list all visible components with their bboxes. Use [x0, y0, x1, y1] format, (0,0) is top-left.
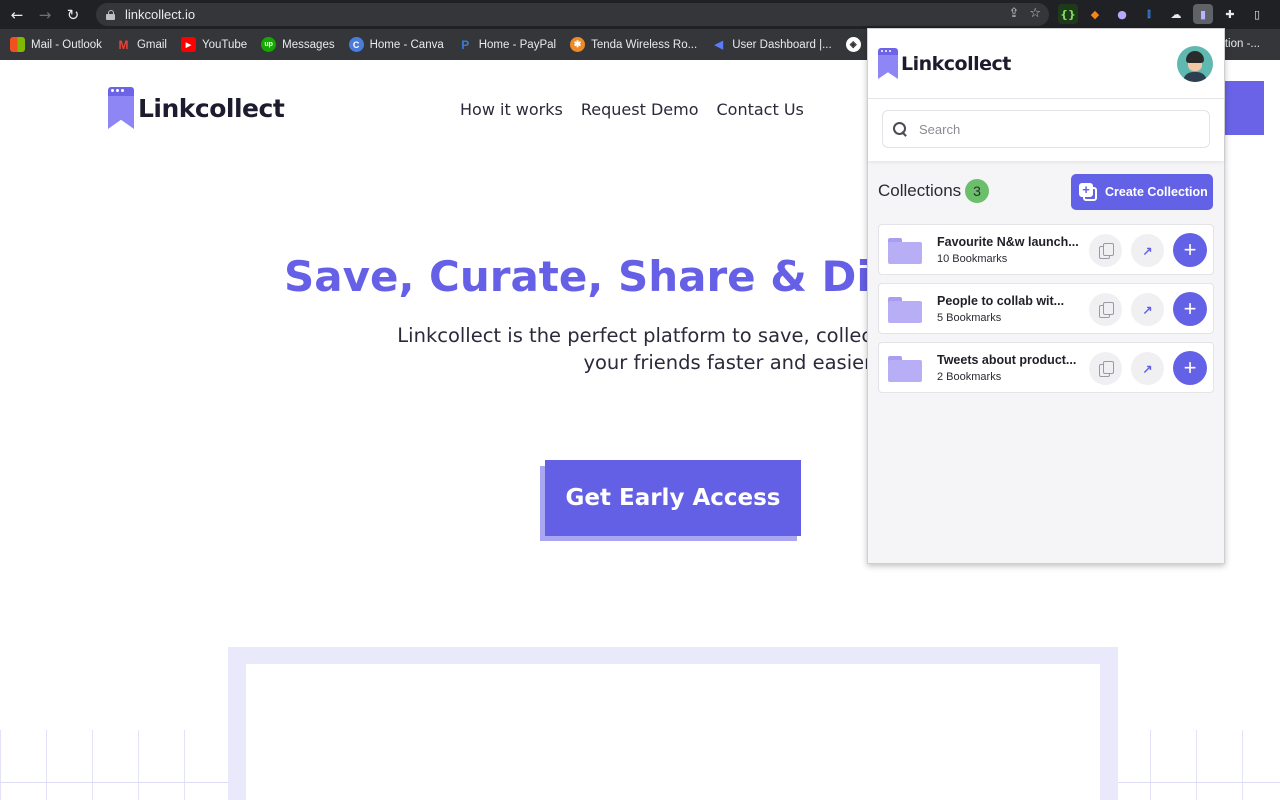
collection-count: 5 Bookmarks	[937, 312, 1002, 324]
header-cta-button[interactable]	[1222, 81, 1264, 135]
youtube-icon: ▶	[180, 37, 196, 52]
avatar[interactable]	[1177, 46, 1213, 82]
tenda-icon: ✱	[570, 37, 586, 52]
add-bookmark-button[interactable]: +	[1173, 351, 1207, 385]
bookmark-item[interactable]: M Gmail	[116, 37, 167, 52]
get-early-access-button[interactable]: Get Early Access	[545, 460, 801, 536]
arrow-up-right-icon: ↗	[1142, 302, 1153, 317]
collection-name: Tweets about product...	[937, 353, 1077, 367]
nav-request-demo[interactable]: Request Demo	[581, 100, 699, 119]
bookmark-item[interactable]: ◀ User Dashboard |...	[711, 37, 831, 52]
arrow-up-right-icon: ↗	[1142, 243, 1153, 258]
browser-toolbar: ← → ↻ linkcollect.io ⇪ ☆ {} ◆ ● ⫾ ☁ ▮ ✚ …	[0, 0, 1280, 29]
collection-name: People to collab wit...	[937, 294, 1065, 308]
url-text[interactable]: linkcollect.io	[125, 7, 195, 22]
open-link-button[interactable]: ↗	[1131, 352, 1164, 385]
bookmark-item[interactable]: ▶ YouTube	[180, 37, 247, 52]
back-arrow-icon[interactable]: ←	[6, 4, 28, 26]
paypal-icon: P	[461, 37, 470, 52]
search-section	[868, 99, 1224, 161]
collection-name: Favourite N&w launch...	[937, 235, 1079, 249]
search-field[interactable]	[882, 110, 1210, 148]
bars-extension-icon[interactable]: ⫾	[1139, 4, 1159, 24]
collections-count-badge: 3	[965, 179, 989, 203]
bookmark-item[interactable]: up Messages	[261, 37, 335, 52]
linkcollect-popup: Linkcollect Collections 3 + Create Colle…	[867, 28, 1225, 564]
json-extension-icon[interactable]: {}	[1058, 4, 1078, 24]
collections-heading: Collections	[878, 181, 962, 200]
open-link-button[interactable]: ↗	[1131, 234, 1164, 267]
canva-icon: C	[348, 37, 364, 52]
hero-title: Save, Curate, Share & Disco	[284, 252, 950, 301]
copy-icon	[1098, 361, 1114, 377]
puzzle-extensions-icon[interactable]: ✚	[1220, 4, 1240, 24]
create-collection-button[interactable]: + Create Collection	[1071, 174, 1213, 210]
bookmark-item[interactable]: Mail - Outlook	[10, 37, 102, 52]
popup-header: Linkcollect	[868, 29, 1224, 99]
copy-icon	[1098, 302, 1114, 318]
add-bookmark-button[interactable]: +	[1173, 292, 1207, 326]
copy-button[interactable]	[1089, 352, 1122, 385]
plus-icon: +	[1183, 237, 1197, 262]
folder-icon	[888, 238, 922, 264]
collection-item[interactable]: Tweets about product... 2 Bookmarks ↗ +	[878, 342, 1214, 393]
add-bookmark-button[interactable]: +	[1173, 233, 1207, 267]
popup-logo[interactable]: Linkcollect	[878, 48, 1011, 79]
collection-count: 10 Bookmarks	[937, 253, 1008, 265]
bookmark-logo-icon	[108, 87, 134, 129]
copy-button[interactable]	[1089, 293, 1122, 326]
site-logo[interactable]: Linkcollect	[108, 87, 285, 129]
search-icon	[893, 122, 907, 136]
cloud-extension-icon[interactable]: ☁	[1166, 4, 1186, 24]
search-input[interactable]	[919, 121, 1189, 137]
gmail-icon: M	[118, 37, 129, 52]
star-icon[interactable]: ☆	[1029, 6, 1041, 21]
dashboard-icon: ◀	[714, 39, 723, 51]
folder-icon	[888, 356, 922, 382]
extensions-bar: {} ◆ ● ⫾ ☁ ▮ ✚ ▯	[1058, 4, 1267, 24]
bookmark-item[interactable]: P Home - PayPal	[458, 37, 556, 52]
bot-extension-icon[interactable]: ●	[1112, 4, 1132, 24]
metamask-extension-icon[interactable]: ◆	[1085, 4, 1105, 24]
lock-icon	[106, 9, 115, 20]
share-icon[interactable]: ⇪	[1008, 6, 1019, 21]
cube-icon: ◈	[845, 37, 861, 52]
nav-how-it-works[interactable]: How it works	[460, 100, 563, 119]
collections-list: Favourite N&w launch... 10 Bookmarks ↗ +…	[878, 224, 1214, 401]
reload-icon[interactable]: ↻	[62, 4, 84, 26]
bookmark-item[interactable]: C Home - Canva	[348, 37, 444, 52]
microsoft-icon	[10, 37, 25, 52]
collection-count: 2 Bookmarks	[937, 371, 1002, 383]
add-collection-icon: +	[1079, 183, 1097, 201]
address-bar[interactable]: linkcollect.io ⇪ ☆	[96, 3, 1049, 26]
arrow-up-right-icon: ↗	[1142, 361, 1153, 376]
forward-arrow-icon[interactable]: →	[34, 4, 56, 26]
side-panel-icon[interactable]: ▯	[1247, 4, 1267, 24]
collection-item[interactable]: People to collab wit... 5 Bookmarks ↗ +	[878, 283, 1214, 334]
demo-frame-content	[246, 664, 1100, 800]
plus-icon: +	[1183, 355, 1197, 380]
plus-icon: +	[1183, 296, 1197, 321]
open-link-button[interactable]: ↗	[1131, 293, 1164, 326]
folder-icon	[888, 297, 922, 323]
copy-icon	[1098, 243, 1114, 259]
copy-button[interactable]	[1089, 234, 1122, 267]
bookmark-item[interactable]: ✱ Tenda Wireless Ro...	[570, 37, 697, 52]
nav-contact-us[interactable]: Contact Us	[716, 100, 803, 119]
site-nav: How it works Request Demo Contact Us	[460, 100, 804, 119]
bookmark-logo-icon	[878, 48, 898, 79]
upwork-icon: up	[261, 37, 277, 52]
collection-item[interactable]: Favourite N&w launch... 10 Bookmarks ↗ +	[878, 224, 1214, 275]
linkcollect-extension-icon[interactable]: ▮	[1193, 4, 1213, 24]
